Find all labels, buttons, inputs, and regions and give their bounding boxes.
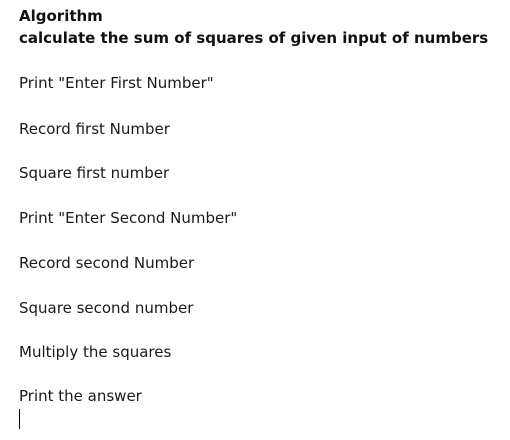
step-record-second-number: Record second Number (19, 254, 195, 272)
step-print-answer: Print the answer (19, 387, 142, 405)
text-cursor (19, 409, 20, 429)
step-multiply-squares: Multiply the squares (19, 343, 172, 361)
step-print-second-prompt: Print "Enter Second Number" (19, 209, 238, 227)
step-print-first-prompt: Print "Enter First Number" (19, 74, 214, 92)
document-page[interactable]: Algorithm calculate the sum of squares o… (0, 0, 510, 440)
document-title: Algorithm (19, 7, 103, 25)
step-square-first-number: Square first number (19, 164, 170, 182)
step-record-first-number: Record first Number (19, 120, 170, 138)
document-subtitle: calculate the sum of squares of given in… (19, 29, 489, 47)
step-square-second-number: Square second number (19, 299, 194, 317)
